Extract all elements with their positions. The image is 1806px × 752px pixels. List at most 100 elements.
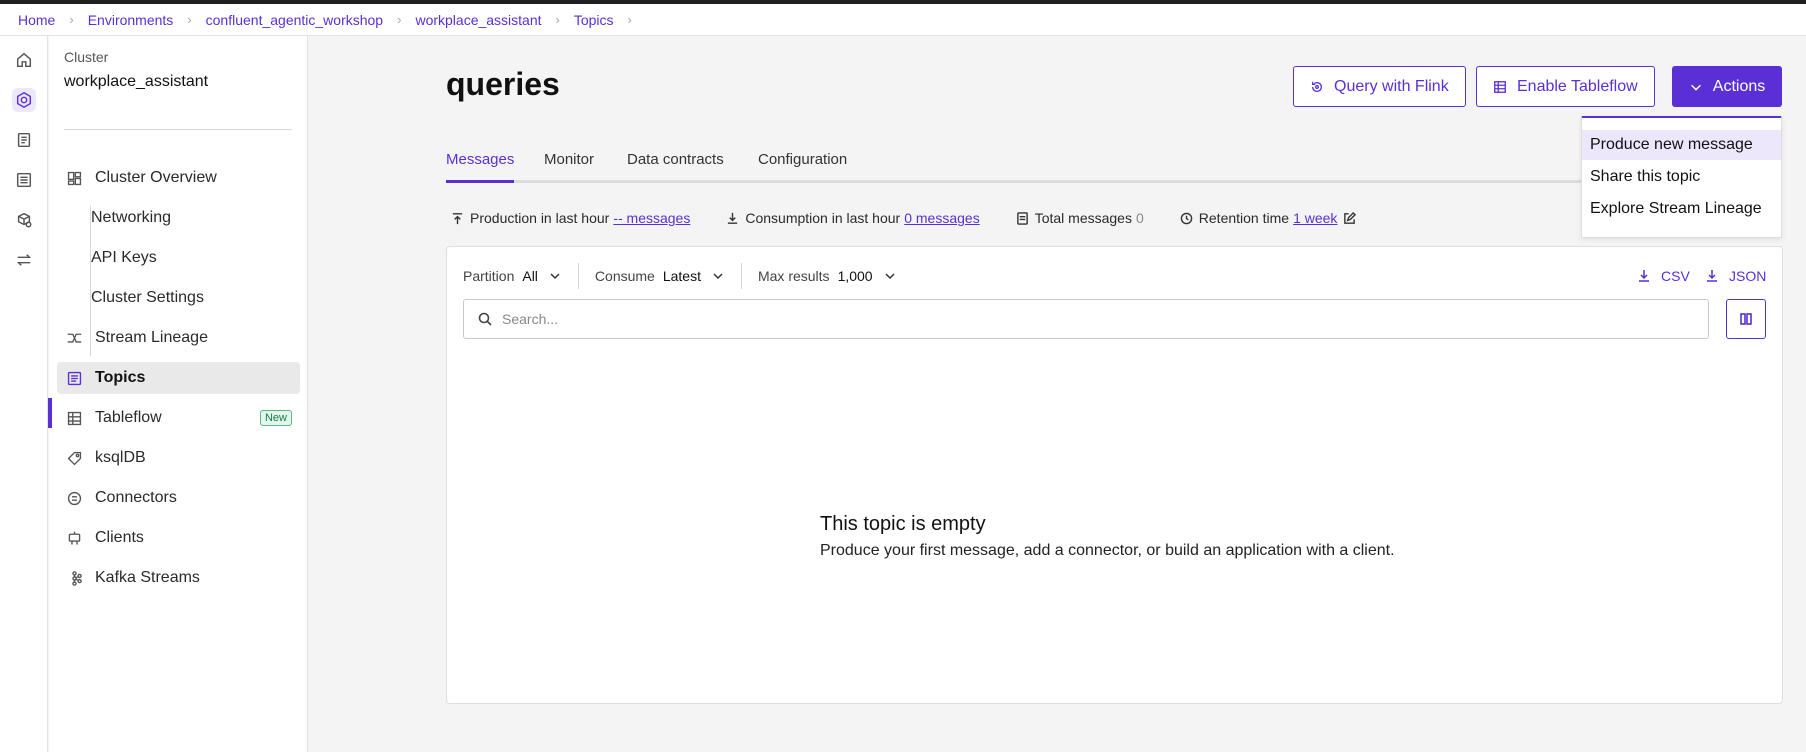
actions-button[interactable]: Actions xyxy=(1672,66,1782,107)
clients-icon xyxy=(65,529,83,547)
active-indicator xyxy=(48,398,52,428)
cluster-label: Cluster xyxy=(64,49,109,65)
sidebar-item-label: API Keys xyxy=(91,249,157,266)
sidebar-item-networking[interactable]: Networking xyxy=(57,202,300,234)
retention-value-link[interactable]: 1 week xyxy=(1293,210,1337,226)
sidebar-item-ksqldb[interactable]: ksqlDB xyxy=(57,442,300,474)
download-icon xyxy=(728,212,738,224)
max-results-label: Max results xyxy=(757,268,830,284)
topics-icon xyxy=(65,369,83,387)
breadcrumb-chevron-icon: › xyxy=(187,12,192,27)
breadcrumb-chevron-icon: › xyxy=(397,12,402,27)
new-badge: New xyxy=(259,410,292,426)
sidebar-item-topics[interactable]: Topics xyxy=(57,362,300,394)
cluster-sidebar: Cluster workplace_assistant Cluster Over… xyxy=(48,36,308,752)
sidebar-item-clients[interactable]: Clients xyxy=(57,522,300,554)
sidebar-item-cluster-settings[interactable]: Cluster Settings xyxy=(57,282,300,314)
tab-monitor[interactable]: Monitor xyxy=(544,151,594,178)
breadcrumb-topics[interactable]: Topics xyxy=(574,12,614,28)
topic-tabs: Messages Monitor Data contracts Configur… xyxy=(446,151,1582,183)
retention-stat: Retention time 1 week xyxy=(1180,210,1357,226)
sidebar-item-label: Networking xyxy=(91,209,172,226)
menu-item-share-topic[interactable]: Share this topic xyxy=(1582,162,1781,192)
sidebar-item-label: Cluster Settings xyxy=(91,289,204,306)
query-with-flink-button[interactable]: Query with Flink xyxy=(1293,66,1466,107)
ksqldb-icon xyxy=(65,449,83,467)
production-label: Production in last hour xyxy=(470,210,610,226)
sidebar-item-label: Cluster Overview xyxy=(95,169,217,186)
enable-tableflow-button[interactable]: Enable Tableflow xyxy=(1476,66,1655,107)
sidebar-item-tableflow[interactable]: Tableflow New xyxy=(57,402,300,434)
download-json-button[interactable]: JSON xyxy=(1705,263,1766,289)
consume-select[interactable]: Consume Latest xyxy=(579,263,742,289)
consumption-messages-link[interactable]: 0 messages xyxy=(904,210,979,226)
download-json-label: JSON xyxy=(1729,268,1767,284)
download-icon xyxy=(1707,270,1717,282)
tab-data-contracts[interactable]: Data contracts xyxy=(627,151,724,178)
search-input[interactable] xyxy=(502,311,1682,327)
consume-label: Consume xyxy=(594,268,655,284)
breadcrumb-chevron-icon: › xyxy=(555,12,560,27)
chevron-down-icon xyxy=(550,273,560,280)
breadcrumb: Home › Environments › confluent_agentic_… xyxy=(0,4,1806,36)
document-icon[interactable] xyxy=(12,128,36,152)
cluster-name: workplace_assistant xyxy=(64,73,209,90)
sidebar-item-label: Kafka Streams xyxy=(95,569,200,586)
schema-icon[interactable] xyxy=(12,208,36,232)
breadcrumb-chevron-icon: › xyxy=(627,12,632,27)
page-title: queries xyxy=(446,66,560,102)
breadcrumb-environment[interactable]: confluent_agentic_workshop xyxy=(206,12,383,28)
actions-label: Actions xyxy=(1712,77,1766,95)
breadcrumb-cluster[interactable]: workplace_assistant xyxy=(415,12,541,28)
columns-toggle-button[interactable] xyxy=(1726,299,1766,339)
consumption-label: Consumption in last hour xyxy=(745,210,901,226)
sidebar-item-label: Stream Lineage xyxy=(95,329,208,346)
tab-messages[interactable]: Messages xyxy=(446,151,515,183)
sidebar-item-connectors[interactable]: Connectors xyxy=(57,482,300,514)
partition-select[interactable]: Partition All xyxy=(463,263,579,289)
breadcrumb-home[interactable]: Home xyxy=(18,12,55,28)
connectors-icon xyxy=(65,489,83,507)
sidebar-item-kafka-streams[interactable]: Kafka Streams xyxy=(57,562,300,594)
breadcrumb-environments[interactable]: Environments xyxy=(88,12,174,28)
kafka-streams-icon xyxy=(65,569,83,587)
edit-icon[interactable] xyxy=(1343,211,1357,225)
sidebar-item-api-keys[interactable]: API Keys xyxy=(57,242,300,274)
production-messages-link[interactable]: -- messages xyxy=(613,210,690,226)
lineage-icon xyxy=(65,329,83,347)
home-icon[interactable] xyxy=(12,48,36,72)
document-icon xyxy=(1016,211,1028,225)
cluster-icon[interactable] xyxy=(12,88,36,112)
list-icon[interactable] xyxy=(12,168,36,192)
chevron-down-icon xyxy=(713,273,723,280)
retention-label: Retention time xyxy=(1198,210,1290,226)
download-csv-label: CSV xyxy=(1661,268,1690,284)
columns-icon xyxy=(1740,313,1752,325)
partition-label: Partition xyxy=(463,268,515,284)
enable-tableflow-label: Enable Tableflow xyxy=(1517,77,1638,95)
sidebar-item-label: Topics xyxy=(95,369,146,386)
search-box xyxy=(463,299,1709,339)
partition-value: All xyxy=(522,268,538,284)
sidebar-divider xyxy=(64,129,292,130)
messages-panel: Partition All Consume Latest Max results… xyxy=(446,246,1783,704)
sidebar-item-stream-lineage[interactable]: Stream Lineage xyxy=(57,322,300,354)
consume-value: Latest xyxy=(662,268,701,284)
menu-item-explore-stream-lineage[interactable]: Explore Stream Lineage xyxy=(1582,194,1781,224)
search-icon xyxy=(478,312,492,326)
total-messages-value: 0 xyxy=(1135,210,1144,226)
max-results-select[interactable]: Max results 1,000 xyxy=(742,263,913,289)
total-messages-label: Total messages xyxy=(1034,210,1132,226)
menu-item-produce-new-message[interactable]: Produce new message xyxy=(1582,130,1781,160)
message-filters: Partition All Consume Latest Max results… xyxy=(463,263,913,289)
sidebar-item-cluster-overview[interactable]: Cluster Overview xyxy=(57,162,300,194)
empty-state-title: This topic is empty xyxy=(820,513,986,535)
swap-icon[interactable] xyxy=(12,248,36,272)
tab-configuration[interactable]: Configuration xyxy=(758,151,847,178)
sidebar-item-label: Clients xyxy=(95,529,144,546)
sidebar-item-label: ksqlDB xyxy=(95,449,146,466)
clock-icon xyxy=(1180,212,1193,224)
sidebar-item-label: Tableflow xyxy=(95,409,162,426)
chevron-down-icon xyxy=(1690,84,1701,91)
download-csv-button[interactable]: CSV xyxy=(1637,263,1690,289)
